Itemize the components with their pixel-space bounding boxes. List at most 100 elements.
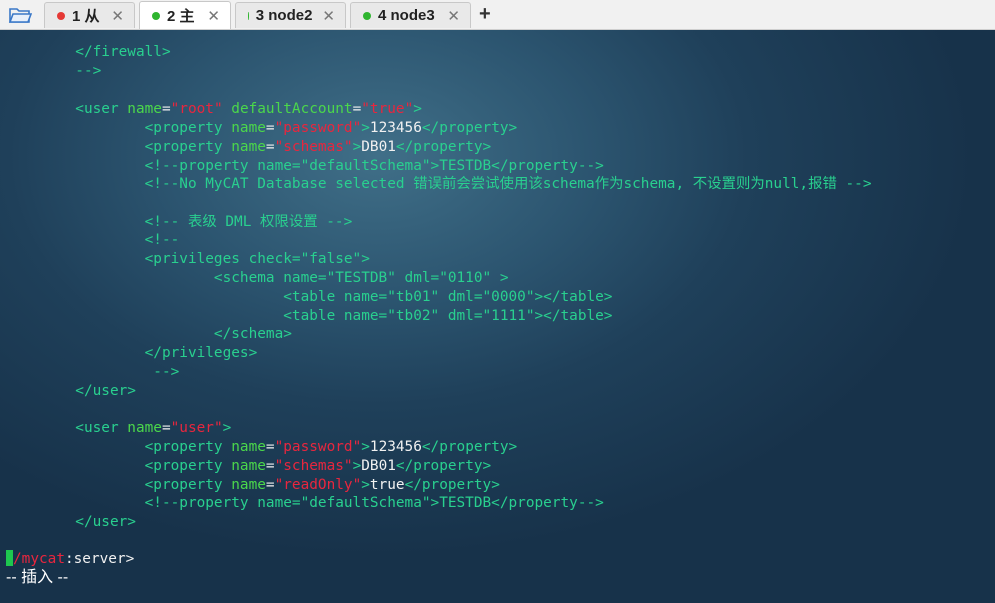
code-token: 123456 xyxy=(369,439,422,455)
code-token: <property xyxy=(6,139,232,155)
tab-status-dot xyxy=(152,11,160,20)
code-token: name xyxy=(231,120,266,136)
code-token: </user> xyxy=(6,383,136,399)
code-token: <property xyxy=(6,458,232,474)
code-token: </schema> xyxy=(6,326,292,342)
code-token: <user xyxy=(6,420,128,436)
code-token: name xyxy=(231,439,266,455)
code-token: name xyxy=(231,139,266,155)
code-token: = xyxy=(265,139,275,155)
code-token: > xyxy=(361,439,370,455)
code-token: --> xyxy=(6,364,180,380)
tab-label: 3 node2 xyxy=(255,7,313,24)
code-token: "schemas" xyxy=(274,139,353,155)
terminal-line: <!-- 表级 DML 权限设置 --> xyxy=(6,213,353,232)
code-token: <property xyxy=(6,477,232,493)
tab-label: 2 主 xyxy=(167,8,195,25)
code-token: <!--property name="defaultSchema">TESTDB… xyxy=(6,158,604,174)
code-token: = xyxy=(265,439,275,455)
terminal-line: <!-- xyxy=(6,231,180,250)
terminal-line: </firewall> xyxy=(6,43,171,62)
code-token: DB01 xyxy=(361,458,396,474)
code-token: = xyxy=(161,420,171,436)
terminal-line: <table name="tb02" dml="1111"></table> xyxy=(6,307,612,326)
code-token: = xyxy=(265,120,275,136)
terminal-line: </user> xyxy=(6,513,136,532)
close-icon[interactable]: ✕ xyxy=(197,7,220,25)
close-icon[interactable]: ✕ xyxy=(437,7,460,25)
terminal-line: <table name="tb01" dml="0000"></table> xyxy=(6,288,612,307)
code-token: </firewall> xyxy=(6,44,171,60)
code-token: <table name="tb01" dml="0000"></table> xyxy=(6,289,613,305)
code-token: "user" xyxy=(170,420,223,436)
code-token: <!-- 表级 DML 权限设置 --> xyxy=(6,214,353,230)
code-token: name xyxy=(231,477,266,493)
terminal-line: </schema> xyxy=(6,325,292,344)
code-token: > xyxy=(361,477,370,493)
code-token: /mycat xyxy=(13,551,65,567)
terminal-pane[interactable]: </firewall> --> <user name="root" defaul… xyxy=(0,30,995,603)
tab-2[interactable]: 2 主 ✕ xyxy=(139,1,231,29)
code-token: </property> xyxy=(421,120,518,136)
tab-1[interactable]: 1 从 ✕ xyxy=(44,2,135,28)
terminal-line: </user> xyxy=(6,382,136,401)
text-cursor xyxy=(6,550,13,566)
new-tab-button[interactable]: + xyxy=(475,0,491,29)
terminal-line: <property name="readOnly">true</property… xyxy=(6,476,500,495)
terminal-line: </privileges> xyxy=(6,344,258,363)
code-token: <!--property name="defaultSchema">TESTDB… xyxy=(6,495,604,511)
terminal-line: --> xyxy=(6,363,179,382)
code-token: <!--No MyCAT Database selected 错误前会尝试使用该… xyxy=(6,176,872,192)
tab-status-dot xyxy=(57,11,65,20)
code-token: = xyxy=(352,101,362,117)
code-token: name xyxy=(127,101,162,117)
close-icon[interactable]: ✕ xyxy=(312,7,335,25)
terminal-line: <property name="password">123456</proper… xyxy=(6,119,518,138)
terminal-line: <privileges check="false"> xyxy=(6,250,370,269)
tabs: 1 从 ✕ 2 主 ✕ 3 node2 ✕ 4 node3 ✕ xyxy=(40,0,475,29)
code-token: <table name="tb02" dml="1111"></table> xyxy=(6,308,613,324)
code-token: = xyxy=(265,477,275,493)
tab-status-dot xyxy=(248,11,249,20)
code-token: "password" xyxy=(274,120,362,136)
tab-label: 4 node3 xyxy=(378,7,435,24)
code-token: </property> xyxy=(421,439,518,455)
terminal-line: <!--property name="defaultSchema">TESTDB… xyxy=(6,157,604,176)
code-token: "readOnly" xyxy=(274,477,362,493)
tab-status-dot xyxy=(363,11,371,20)
code-token: <!-- xyxy=(6,232,180,248)
code-token: > xyxy=(222,420,232,436)
code-token: name xyxy=(231,458,266,474)
code-token: :server> xyxy=(64,551,135,567)
code-token: true xyxy=(369,477,405,493)
code-token: <privileges check="false"> xyxy=(6,251,370,267)
code-token: DB01 xyxy=(361,139,396,155)
code-token: name xyxy=(127,420,162,436)
code-token: defaultAccount xyxy=(231,101,353,117)
code-token: <property xyxy=(6,439,232,455)
terminal-line: <property name="schemas">DB01</property> xyxy=(6,457,492,476)
code-token: </user> xyxy=(6,514,136,530)
tab-4[interactable]: 4 node3 ✕ xyxy=(350,2,471,28)
code-token: "true" xyxy=(361,101,414,117)
tab-3[interactable]: 3 node2 ✕ xyxy=(235,2,346,28)
terminal-line: /mycat:server> xyxy=(6,550,134,569)
code-token: = xyxy=(265,458,275,474)
code-token: > xyxy=(413,101,422,117)
code-token: --> xyxy=(6,63,102,79)
code-token: 123456 xyxy=(369,120,422,136)
code-token: = xyxy=(161,101,171,117)
terminal-line: --> xyxy=(6,62,101,81)
code-token: "schemas" xyxy=(274,458,353,474)
code-token: <schema name="TESTDB" dml="0110" > xyxy=(6,270,509,286)
close-icon[interactable]: ✕ xyxy=(101,7,124,25)
code-token: <user xyxy=(6,101,128,117)
folder-icon[interactable] xyxy=(0,0,40,29)
code-token: </property> xyxy=(395,458,492,474)
terminal-line: <property name="password">123456</proper… xyxy=(6,438,518,457)
code-token: </property> xyxy=(395,139,492,155)
code-token: </privileges> xyxy=(6,345,258,361)
terminal-line: <user name="root" defaultAccount="true"> xyxy=(6,100,422,119)
tab-bar: 1 从 ✕ 2 主 ✕ 3 node2 ✕ 4 node3 ✕ + xyxy=(0,0,995,30)
terminal-line: <!--No MyCAT Database selected 错误前会尝试使用该… xyxy=(6,175,872,194)
